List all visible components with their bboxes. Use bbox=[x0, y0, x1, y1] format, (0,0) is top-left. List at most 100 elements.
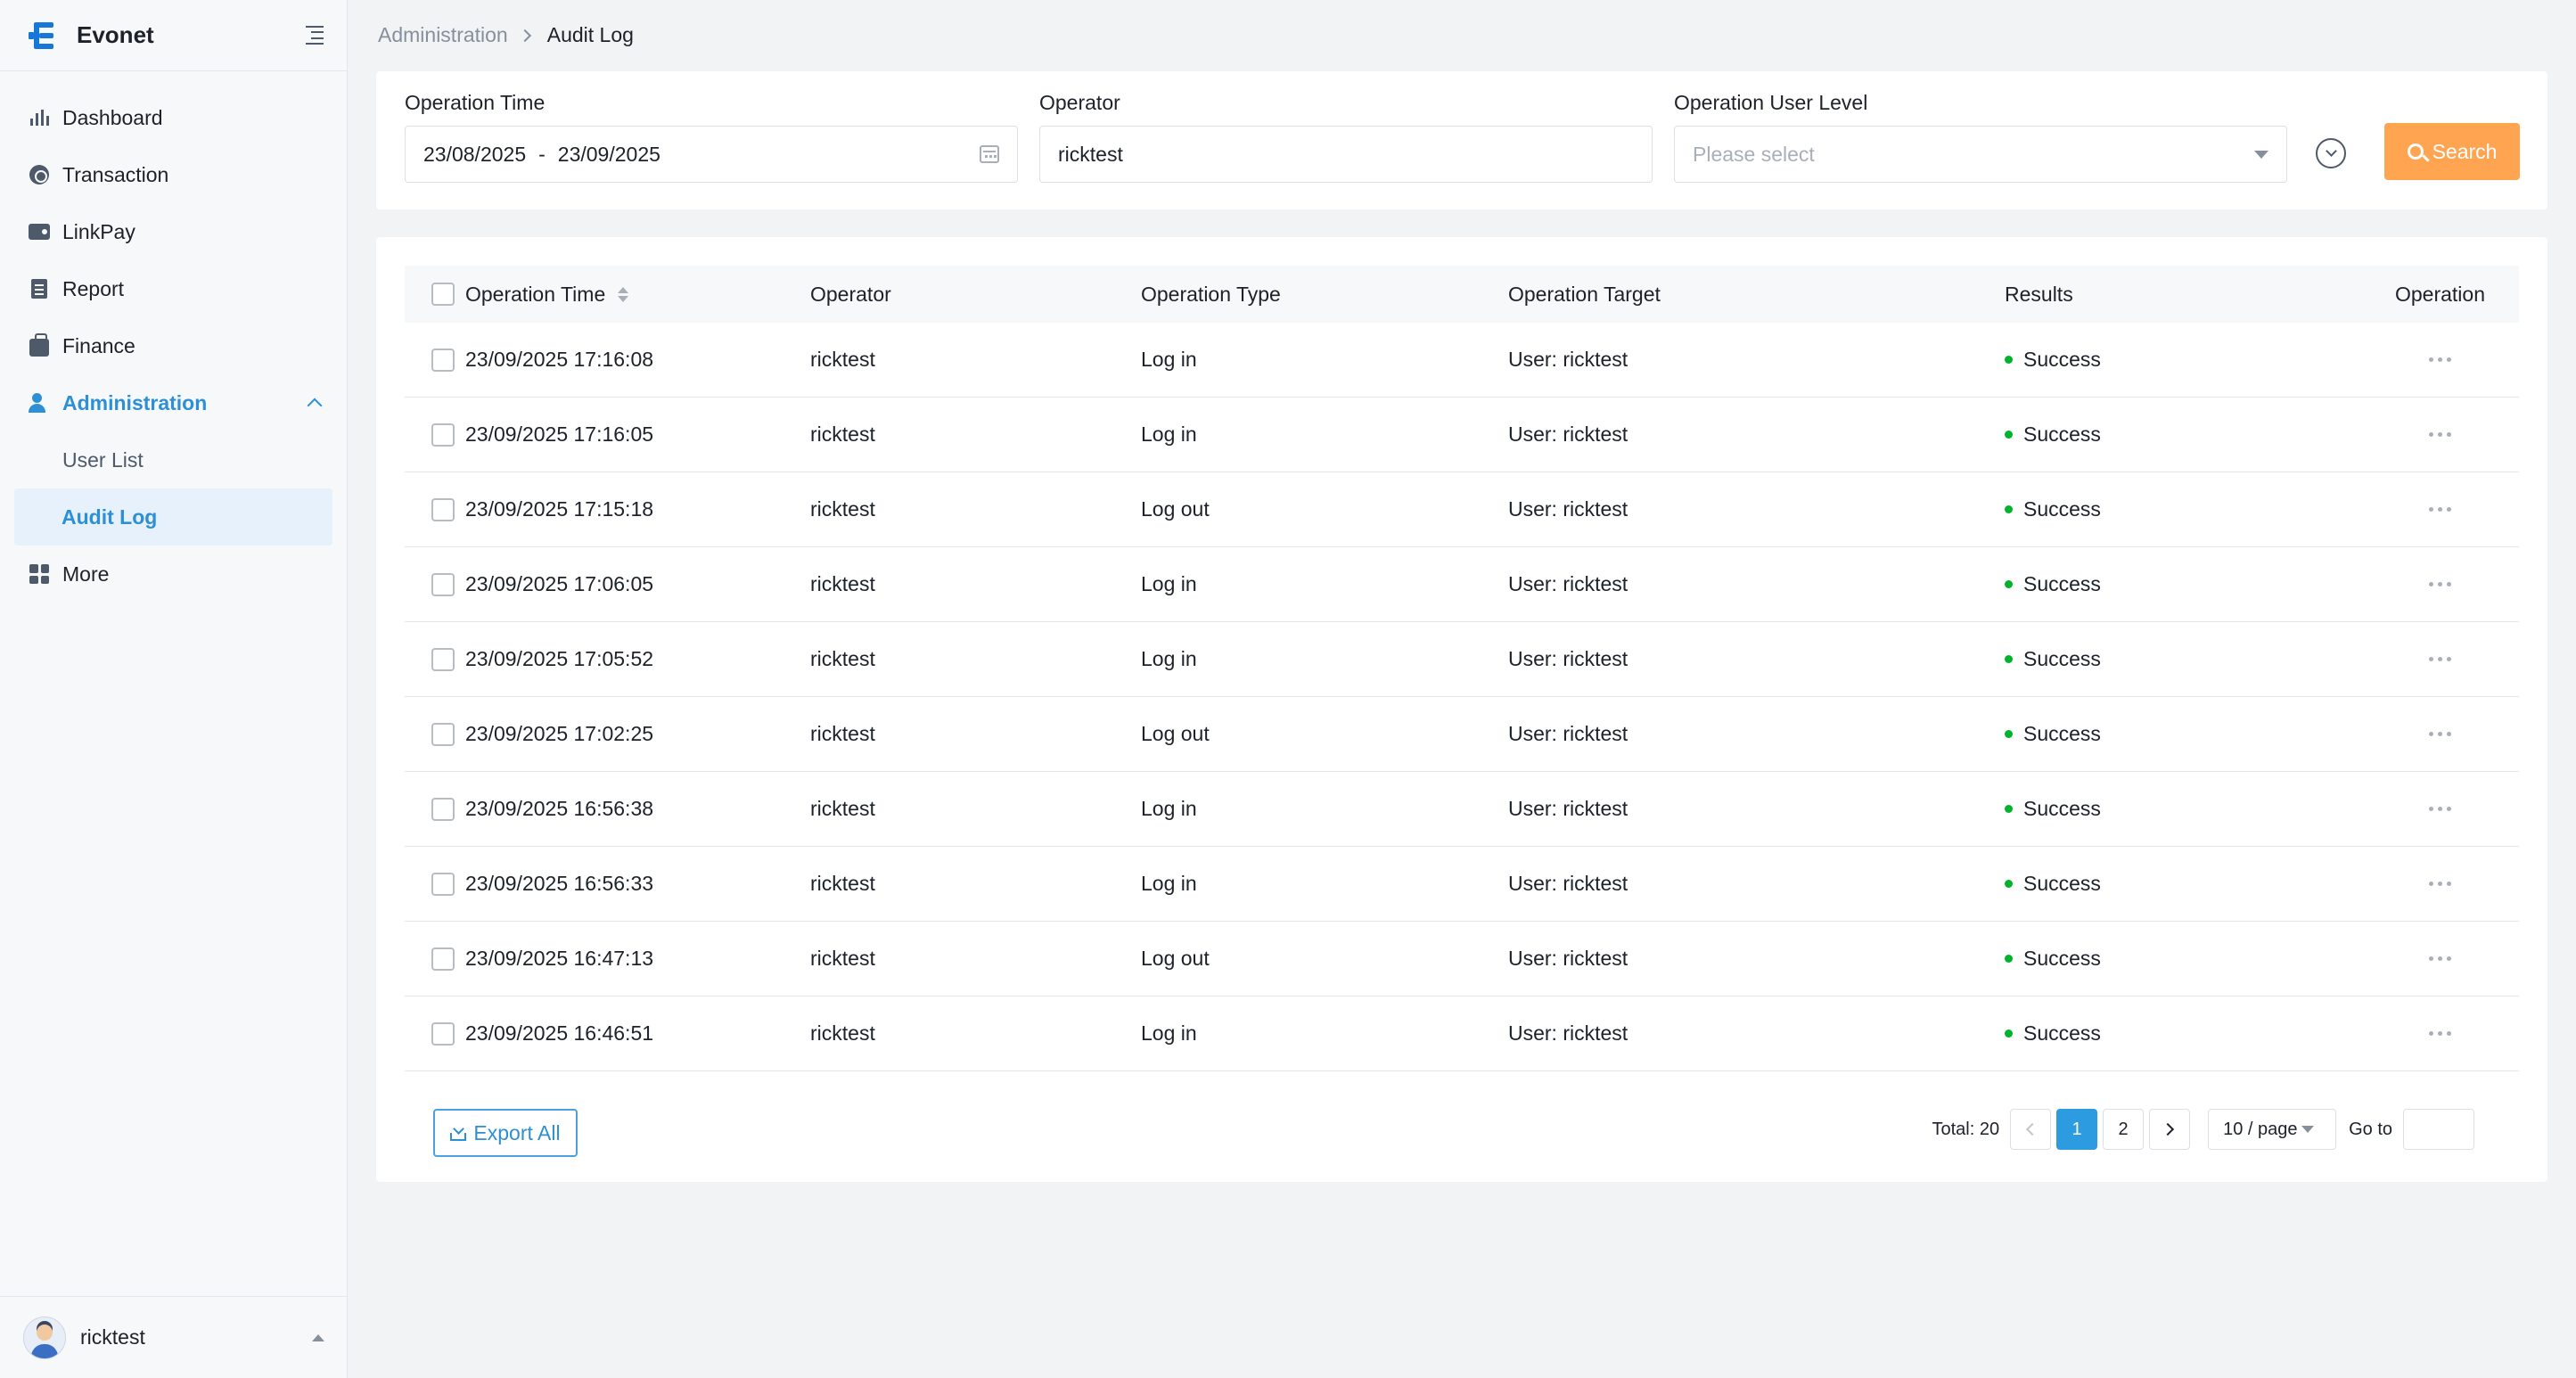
pagination: Total: 20 1 2 10 / page Go to bbox=[1932, 1109, 2474, 1150]
sidebar-item-label: Administration bbox=[62, 390, 208, 414]
cell-operation-target: User: ricktest bbox=[1508, 1021, 1628, 1045]
sidebar-item-linkpay[interactable]: LinkPay bbox=[0, 203, 347, 260]
operation-time-value: 23/09/2025 17:02:25 bbox=[465, 722, 654, 745]
page-size-value: 10 / page bbox=[2223, 1119, 2298, 1139]
field-label: Operation User Level bbox=[1674, 91, 1868, 114]
cell-result: Success bbox=[2005, 348, 2361, 372]
more-actions-icon[interactable] bbox=[2422, 874, 2458, 893]
export-all-button[interactable]: Export All bbox=[433, 1109, 578, 1157]
column-header: Operation Time bbox=[465, 282, 606, 306]
more-actions-icon[interactable] bbox=[2422, 650, 2458, 668]
select-all-checkbox[interactable] bbox=[431, 283, 455, 306]
sidebar-item-label: More bbox=[62, 562, 110, 586]
cell-result: Success bbox=[2005, 647, 2361, 671]
transaction-icon bbox=[29, 164, 50, 185]
search-button[interactable]: Search bbox=[2384, 123, 2520, 180]
cell-operation-type: Log out bbox=[1141, 947, 1210, 970]
row-checkbox[interactable] bbox=[431, 572, 455, 596]
status-dot-icon bbox=[2005, 505, 2013, 513]
more-actions-icon[interactable] bbox=[2422, 725, 2458, 743]
more-actions-icon[interactable] bbox=[2422, 500, 2458, 519]
prev-page-button[interactable] bbox=[2010, 1109, 2052, 1150]
sidebar-item-administration[interactable]: Administration bbox=[0, 374, 347, 431]
row-checkbox[interactable] bbox=[431, 797, 455, 821]
cell-operation-target: User: ricktest bbox=[1508, 797, 1628, 820]
cell-operator: ricktest bbox=[810, 797, 875, 820]
breadcrumb-current: Audit Log bbox=[546, 23, 634, 46]
row-checkbox[interactable] bbox=[431, 348, 455, 372]
user-menu[interactable]: ricktest bbox=[0, 1296, 348, 1378]
sidebar-item-label: Report bbox=[62, 276, 125, 300]
more-actions-icon[interactable] bbox=[2422, 800, 2458, 818]
caret-up-icon bbox=[312, 1333, 324, 1341]
audit-log-table: Operation Time Operator Operation Type O… bbox=[405, 266, 2519, 1071]
table-row: 23/09/2025 17:02:25 ricktest Log out User: … bbox=[405, 697, 2519, 772]
sort-icon[interactable] bbox=[618, 286, 629, 302]
cell-result: Success bbox=[2005, 872, 2361, 896]
sidebar-subitem-user-list[interactable]: User List bbox=[0, 431, 347, 488]
result-value: Success bbox=[2023, 647, 2101, 670]
field-label: Operation Time bbox=[405, 91, 546, 114]
dashboard-icon bbox=[29, 107, 50, 128]
status-dot-icon bbox=[2005, 1029, 2013, 1038]
sidebar-subitem-audit-log[interactable]: Audit Log bbox=[14, 488, 332, 545]
table-row: 23/09/2025 17:16:08 ricktest Log in User: r… bbox=[405, 323, 2519, 398]
cell-result: Success bbox=[2005, 947, 2361, 971]
cell-operation-target: User: ricktest bbox=[1508, 497, 1628, 521]
sidebar: Evonet Dashboard Transaction LinkPay Rep… bbox=[0, 0, 348, 1378]
row-checkbox[interactable] bbox=[431, 497, 455, 521]
sidebar-item-transaction[interactable]: Transaction bbox=[0, 146, 347, 203]
row-checkbox[interactable] bbox=[431, 722, 455, 746]
cell-operation-time: 23/09/2025 17:05:52 bbox=[405, 647, 810, 671]
more-actions-icon[interactable] bbox=[2422, 575, 2458, 594]
row-checkbox[interactable] bbox=[431, 647, 455, 671]
more-actions-icon[interactable] bbox=[2422, 949, 2458, 968]
goto-page-input[interactable] bbox=[2403, 1109, 2474, 1150]
cell-operation-target: User: ricktest bbox=[1508, 572, 1628, 595]
more-actions-icon[interactable] bbox=[2422, 425, 2458, 444]
cell-operation bbox=[2361, 1024, 2519, 1043]
more-actions-icon[interactable] bbox=[2422, 350, 2458, 369]
breadcrumb-parent[interactable]: Administration bbox=[378, 23, 508, 47]
cell-operation-target: User: ricktest bbox=[1508, 647, 1628, 670]
expand-filters-button[interactable] bbox=[2316, 138, 2346, 168]
cell-result: Success bbox=[2005, 572, 2361, 596]
table-row: 23/09/2025 17:16:05 ricktest Log in User: r… bbox=[405, 398, 2519, 472]
cell-operation bbox=[2361, 725, 2519, 743]
row-checkbox[interactable] bbox=[431, 872, 455, 896]
sidebar-item-dashboard[interactable]: Dashboard bbox=[0, 89, 347, 146]
user-level-select[interactable]: Please select bbox=[1674, 126, 2287, 183]
table-row: 23/09/2025 16:56:33 ricktest Log in User: r… bbox=[405, 847, 2519, 922]
page-button-1[interactable]: 1 bbox=[2056, 1109, 2098, 1150]
grid-icon bbox=[29, 563, 50, 585]
operator-input[interactable]: ricktest bbox=[1039, 126, 1653, 183]
operation-time-value: 23/09/2025 17:15:18 bbox=[465, 497, 654, 521]
status-dot-icon bbox=[2005, 730, 2013, 738]
row-checkbox[interactable] bbox=[431, 1021, 455, 1046]
sidebar-item-report[interactable]: Report bbox=[0, 260, 347, 317]
sidebar-item-finance[interactable]: Finance bbox=[0, 317, 347, 374]
next-page-button[interactable] bbox=[2149, 1109, 2191, 1150]
row-checkbox[interactable] bbox=[431, 947, 455, 971]
page-size-select[interactable]: 10 / page bbox=[2208, 1109, 2337, 1150]
more-actions-icon[interactable] bbox=[2422, 1024, 2458, 1043]
avatar bbox=[23, 1316, 66, 1359]
user-level-field: Operation User Level Please select bbox=[1674, 91, 2287, 183]
page-button-2[interactable]: 2 bbox=[2103, 1109, 2145, 1150]
result-value: Success bbox=[2023, 1021, 2101, 1045]
cell-operation bbox=[2361, 949, 2519, 968]
col-operation-type: Operation Type bbox=[1141, 282, 1281, 306]
cell-operation-time: 23/09/2025 16:46:51 bbox=[405, 1021, 810, 1046]
cell-operator: ricktest bbox=[810, 647, 875, 670]
date-range-input[interactable]: 23/08/2025 - 23/09/2025 bbox=[405, 126, 1018, 183]
status-dot-icon bbox=[2005, 431, 2013, 439]
result-value: Success bbox=[2023, 797, 2101, 820]
cell-result: Success bbox=[2005, 497, 2361, 521]
row-checkbox[interactable] bbox=[431, 422, 455, 447]
cell-operation-type: Log in bbox=[1141, 348, 1197, 371]
sidebar-item-more[interactable]: More bbox=[0, 545, 347, 603]
table-row: 23/09/2025 16:46:51 ricktest Log in User: r… bbox=[405, 997, 2519, 1071]
sidebar-item-label: Dashboard bbox=[62, 105, 163, 129]
collapse-menu-icon[interactable] bbox=[302, 25, 324, 45]
table-header: Operation Time Operator Operation Type O… bbox=[405, 266, 2519, 323]
